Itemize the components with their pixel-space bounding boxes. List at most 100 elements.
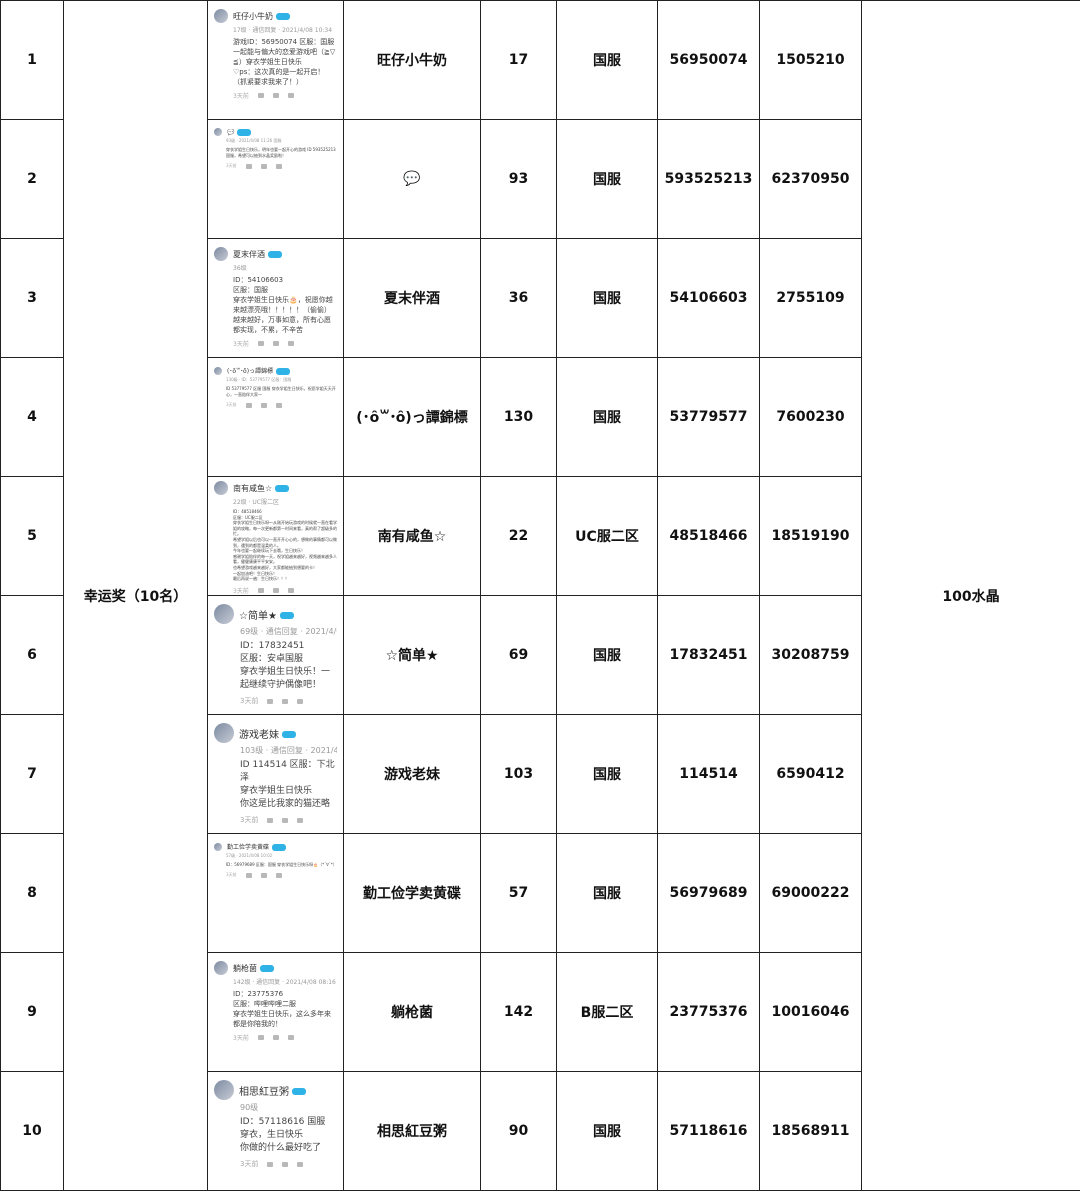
avatar <box>214 128 222 136</box>
uid-cell: 18568911 <box>760 1072 862 1191</box>
comment-screenshot-cell: 旺仔小牛奶17级 · 通信回复 · 2021/4/08 10:34游戏ID：56… <box>208 1 344 120</box>
comment-username: 夏末伴酒 <box>233 249 282 260</box>
comment-meta: 36级 <box>233 263 337 272</box>
comment-header: 勤工俭学卖黄碟 <box>214 842 337 851</box>
game-id-cell: 56979689 <box>658 834 760 953</box>
comment-screenshot-cell: 躺枪菌 142级 · 通信回复 · 2021/4/08 08:16 ID：23775… <box>208 953 344 1072</box>
comment-time: 3天前 <box>226 872 237 878</box>
level-cell: 36 <box>481 239 557 358</box>
comment-time: 3天前 <box>226 163 237 169</box>
game-id-cell: 593525213 <box>658 120 760 239</box>
comment-text: ID：23775376 区服：哔哩哔哩二服 穿衣学姐生日快乐，这么多年来都是你陪… <box>233 989 337 1029</box>
comment-time: 3天前 <box>233 1033 249 1042</box>
comment-meta: 142级 · 通信回复 · 2021/4/08 08:16 <box>233 977 337 986</box>
comment-screenshot: (･ȏ꒳･ȏ)っ譚錦標130级 · ID：53779577 区服：国服ID 53… <box>208 358 343 476</box>
comment-header: 旺仔小牛奶 <box>214 9 337 23</box>
game-id-cell: 57118616 <box>658 1072 760 1191</box>
prize-cell: 100水晶 <box>862 1 1080 1191</box>
comment-text: ID：56979689 区服：国服 穿衣学姐生日快乐呀🎂（*´∀`*） <box>226 862 337 868</box>
uid-cell: 69000222 <box>760 834 862 953</box>
comment-footer: 3天前 <box>233 1033 337 1042</box>
uid-cell: 62370950 <box>760 120 862 239</box>
dislike-icon <box>282 1162 288 1167</box>
like-icon <box>258 341 264 346</box>
comment-screenshot: 夏末伴酒36级ID：54106603 区服：国服 穿衣学姐生日快乐🎂，祝愿你越来… <box>208 239 343 357</box>
uid-cell: 6590412 <box>760 715 862 834</box>
comment-header: 💬 <box>214 128 337 136</box>
level-cell: 93 <box>481 120 557 239</box>
row-index-cell: 8 <box>1 834 64 953</box>
comment-footer: 3天前 <box>240 696 337 706</box>
more-icon <box>288 1035 294 1040</box>
dislike-icon <box>261 403 267 408</box>
game-id-cell: 56950074 <box>658 1 760 120</box>
row-index-cell: 7 <box>1 715 64 834</box>
game-id-cell: 54106603 <box>658 239 760 358</box>
server-cell: 国服 <box>557 239 658 358</box>
nickname-cell: 南有咸鱼☆ <box>344 477 481 596</box>
level-badge <box>275 485 289 492</box>
table-body: 1幸运奖（10名）旺仔小牛奶17级 · 通信回复 · 2021/4/08 10:… <box>1 1 1080 1191</box>
row-index-cell: 5 <box>1 477 64 596</box>
avatar <box>214 843 222 851</box>
comment-screenshot: 相思紅豆粥90级ID：57118616 国服 穿衣，生日快乐 你做的什么最好吃了… <box>208 1072 343 1190</box>
comment-time: 3天前 <box>240 1159 258 1169</box>
game-id-cell: 48518466 <box>658 477 760 596</box>
uid-cell: 10016046 <box>760 953 862 1072</box>
row-index-cell: 10 <box>1 1072 64 1191</box>
nickname-cell: (･ȏ꒳･ȏ)っ譚錦標 <box>344 358 481 477</box>
comment-footer: 3天前 <box>240 1159 337 1169</box>
avatar <box>214 723 234 743</box>
comment-time: 3天前 <box>233 339 249 348</box>
comment-footer: 3天前 <box>226 872 337 878</box>
avatar <box>214 247 228 261</box>
server-cell: 国服 <box>557 1 658 120</box>
avatar <box>214 961 228 975</box>
comment-text: ID 114514 区服：下北泽 穿衣学姐生日快乐 你这是比我家的猫还略 <box>240 759 337 811</box>
level-cell: 103 <box>481 715 557 834</box>
more-icon <box>288 341 294 346</box>
comment-screenshot-cell: 💬93级 · 2021/4/08 11:26 国服穿衣学姐生日快乐，明年也要一起… <box>208 120 344 239</box>
comment-header: 南有咸鱼☆ <box>214 481 337 495</box>
comment-screenshot: 💬93级 · 2021/4/08 11:26 国服穿衣学姐生日快乐，明年也要一起… <box>208 120 343 238</box>
more-icon <box>276 873 282 878</box>
comment-username: 躺枪菌 <box>233 963 274 974</box>
comment-text: 游戏ID：56950074 区服：国服 一起能与偏大的恋爱游戏吧（≧▽≦）穿衣学… <box>233 37 337 87</box>
comment-meta: 93级 · 2021/4/08 11:26 国服 <box>226 138 337 144</box>
row-index-cell: 4 <box>1 358 64 477</box>
server-cell: 国服 <box>557 834 658 953</box>
like-icon <box>246 873 252 878</box>
avatar <box>214 604 234 624</box>
like-icon <box>267 1162 273 1167</box>
like-icon <box>267 699 273 704</box>
uid-cell: 1505210 <box>760 1 862 120</box>
table-row: 1幸运奖（10名）旺仔小牛奶17级 · 通信回复 · 2021/4/08 10:… <box>1 1 1080 120</box>
more-icon <box>297 1162 303 1167</box>
like-icon <box>258 588 264 593</box>
comment-screenshot: 勤工俭学卖黄碟57级 · 2021/4/08 10:02ID：56979689 … <box>208 834 343 952</box>
comment-text: ID：48518466 区服：UC服二区 穿衣学姐生日快乐呀～从刚开始玩游戏的时… <box>233 509 337 582</box>
comment-screenshot-cell: ☆简单★69级 · 通信回复 · 2021/4/08 12:09ID：17832… <box>208 596 344 715</box>
dislike-icon <box>282 699 288 704</box>
comment-footer: 3天前 <box>233 586 337 595</box>
comment-meta: 69级 · 通信回复 · 2021/4/08 12:09 <box>240 626 337 637</box>
comment-screenshot: ☆简单★69级 · 通信回复 · 2021/4/08 12:09ID：17832… <box>208 596 343 714</box>
comment-screenshot: 南有咸鱼☆22级 · UC服二区ID：48518466 区服：UC服二区 穿衣学… <box>208 477 343 595</box>
comment-username: 💬 <box>227 129 251 136</box>
level-badge <box>276 368 290 375</box>
like-icon <box>246 164 252 169</box>
comment-meta: 130级 · ID：53779577 区服：国服 <box>226 377 337 383</box>
row-index-cell: 1 <box>1 1 64 120</box>
like-icon <box>267 818 273 823</box>
avatar <box>214 9 228 23</box>
dislike-icon <box>261 873 267 878</box>
level-cell: 17 <box>481 1 557 120</box>
row-index-cell: 6 <box>1 596 64 715</box>
comment-footer: 3天前 <box>233 339 337 348</box>
level-badge <box>237 129 251 136</box>
level-badge <box>292 1088 306 1095</box>
comment-screenshot: 游戏老妹103级 · 通信回复 · 2021/4/08 09:30ID 1145… <box>208 715 343 833</box>
comment-screenshot-cell: 夏末伴酒36级ID：54106603 区服：国服 穿衣学姐生日快乐🎂，祝愿你越来… <box>208 239 344 358</box>
comment-footer: 3天前 <box>233 91 337 100</box>
nickname-cell: ☆简单★ <box>344 596 481 715</box>
